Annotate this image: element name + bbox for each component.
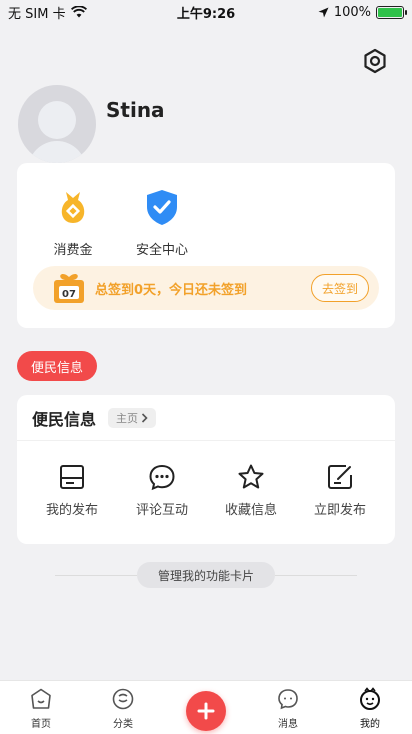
checkin-status-text: 总签到0天，今日还未签到 [95, 282, 248, 298]
info-card-header: 便民信息 主页 [17, 395, 395, 441]
tab-messages[interactable]: 消息 [258, 687, 318, 730]
status-right: 100% [318, 4, 407, 20]
manage-cards-row: 管理我的功能卡片 [55, 562, 357, 588]
category-icon [112, 688, 134, 710]
info-items-row: 我的发布 评论互动 收藏信息 立即发布 [17, 441, 395, 544]
battery-icon [376, 5, 407, 19]
status-bar: 无 SIM 卡 上午9:26 100% [0, 0, 412, 24]
info-card-title: 便民信息 [32, 409, 97, 429]
info-item-label: 立即发布 [313, 503, 366, 518]
tab-label: 我的 [360, 719, 380, 730]
tab-plus-button[interactable] [186, 691, 226, 731]
username[interactable]: Stina [106, 98, 165, 122]
tab-label: 分类 [113, 719, 133, 730]
home-chip-label: 主页 [116, 411, 139, 425]
tab-home[interactable]: 首页 [11, 687, 71, 730]
quick-actions-card: 消费金 安全中心 07 总签到0天，今日还未签到 去签到 [17, 163, 395, 328]
info-item-comments[interactable]: 评论互动 [117, 463, 207, 518]
tab-label: 消息 [278, 719, 298, 730]
avatar-head [38, 101, 76, 139]
checkin-button[interactable]: 去签到 [310, 274, 369, 302]
section-chip-convenience[interactable]: 便民信息 [17, 351, 98, 381]
info-item-my-posts[interactable]: 我的发布 [27, 463, 117, 518]
tab-profile[interactable]: 我的 [340, 687, 400, 730]
info-item-favorites[interactable]: 收藏信息 [206, 463, 296, 518]
info-item-publish-now[interactable]: 立即发布 [295, 463, 385, 518]
info-item-label: 我的发布 [45, 503, 98, 518]
settings-hexagon-icon[interactable] [362, 48, 388, 74]
tab-label: 首页 [31, 719, 51, 730]
tab-category[interactable]: 分类 [93, 687, 153, 730]
location-arrow-icon [318, 7, 329, 17]
checkin-bar: 07 总签到0天，今日还未签到 去签到 [33, 266, 379, 310]
quick-action-security-center[interactable]: 安全中心 [127, 187, 197, 258]
money-bag-icon [61, 192, 85, 223]
quick-action-label: 消费金 [53, 243, 93, 258]
shield-check-icon [147, 190, 177, 225]
quick-action-label: 安全中心 [135, 243, 188, 258]
document-icon [60, 465, 84, 489]
calendar-day-text: 07 [62, 289, 76, 300]
quick-action-consumer-gold[interactable]: 消费金 [38, 187, 108, 258]
home-chip-button[interactable]: 主页 [108, 407, 157, 428]
info-item-label: 评论互动 [135, 503, 188, 518]
comment-icon [149, 464, 175, 491]
status-left: 无 SIM 卡 [8, 3, 87, 22]
gift-calendar-icon: 07 [54, 274, 84, 303]
battery-percent: 100% [333, 4, 371, 20]
star-icon [238, 464, 264, 489]
avatar[interactable] [18, 85, 96, 163]
divider-left [55, 575, 137, 576]
bottom-tab-bar: 首页 分类 消息 我的 [0, 680, 412, 734]
manage-cards-button[interactable]: 管理我的功能卡片 [137, 562, 275, 588]
message-icon [278, 689, 298, 710]
avatar-body [28, 141, 86, 163]
home-icon [31, 688, 51, 709]
plus-icon [197, 702, 215, 720]
convenience-info-card: 便民信息 主页 我的发布 评论互动 收藏信息 立即发布 [17, 395, 395, 544]
wifi-icon [70, 6, 87, 18]
profile-icon [360, 687, 380, 710]
chevron-right-icon [141, 412, 148, 423]
divider-right [275, 575, 357, 576]
carrier-text: 无 SIM 卡 [8, 6, 66, 22]
edit-icon [328, 465, 352, 489]
info-item-label: 收藏信息 [224, 503, 277, 518]
